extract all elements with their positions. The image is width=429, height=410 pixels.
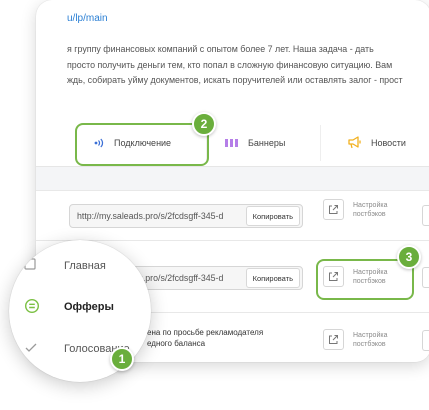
step-badge: 2 (192, 112, 216, 136)
postback-settings-label: Настройка постбэков (353, 201, 388, 218)
table-header-band (36, 167, 429, 191)
tracking-link-field[interactable]: http://my.saleads.pro/s/2fcdsgff-345-d К… (69, 204, 303, 228)
offer-note-line: едного баланса (147, 339, 206, 348)
postback-settings-label: Настройка постбэков (353, 331, 388, 348)
postback-settings-label: Настройка постбэков (353, 268, 388, 285)
offer-description: я группу финансовых компаний с опытом бо… (67, 42, 429, 89)
tab-news-label: Новости (371, 137, 406, 148)
share-icon (323, 266, 344, 287)
megaphone-icon (347, 136, 362, 149)
table-row: http://my.saleads.pro/s/2fcdsgff-345-d К… (36, 191, 429, 241)
signal-icon (93, 137, 105, 149)
banner-bars-icon (225, 138, 239, 148)
truncated-action-icon[interactable] (422, 267, 429, 288)
postback-settings-button[interactable]: Настройка постбэков (323, 199, 399, 220)
offers-icon (24, 298, 40, 317)
tab-news[interactable]: Новости (347, 119, 406, 166)
home-icon (24, 257, 38, 274)
description-line: ждь, собирать уйму документов, искать по… (67, 75, 403, 85)
sidebar-item-label: Офферы (64, 301, 114, 313)
postback-settings-button[interactable]: Настройка постбэков (323, 266, 399, 287)
tab-banners-label: Баннеры (248, 137, 286, 148)
share-icon (323, 329, 344, 350)
vote-check-icon (24, 341, 38, 358)
copy-button[interactable]: Копировать (245, 268, 300, 288)
offer-url[interactable]: u/lp/main (67, 13, 108, 24)
description-line: просто получить деньги тем, кто попал в … (67, 59, 393, 70)
offer-note-line: ена по просьбе рекламодателя (147, 328, 264, 337)
truncated-action-icon[interactable] (422, 205, 429, 226)
tracking-link-text: http://my.saleads.pro/s/2fcdsgff-345-d (77, 211, 224, 221)
offer-note: ена по просьбе рекламодателя едного бала… (147, 327, 263, 349)
description-line: я группу финансовых компаний с опытом бо… (67, 44, 374, 54)
tab-connection-label: Подключение (114, 137, 172, 148)
postback-settings-button[interactable]: Настройка постбэков (323, 329, 399, 350)
tab-connection[interactable]: Подключение (93, 119, 171, 166)
offer-tabs: Подключение Баннеры Новости (36, 119, 429, 167)
share-icon (323, 199, 344, 220)
step-badge: 3 (397, 245, 421, 269)
tab-divider (320, 125, 321, 161)
sidebar-item-label: Главная (64, 260, 106, 272)
copy-button[interactable]: Копировать (245, 206, 300, 226)
tab-banners[interactable]: Баннеры (225, 119, 285, 166)
truncated-action-icon[interactable] (422, 330, 429, 351)
step-badge: 1 (110, 347, 134, 371)
